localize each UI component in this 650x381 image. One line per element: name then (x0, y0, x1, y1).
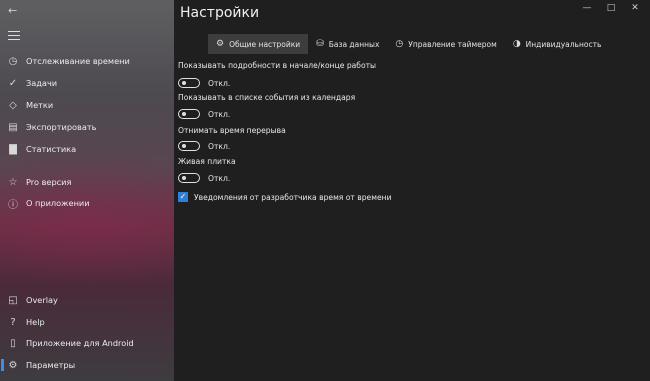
back-arrow-icon[interactable]: ← (8, 4, 22, 18)
tab-personalization[interactable]: ◑ Индивидуальность (505, 34, 610, 54)
sidebar-item-label: Параметры (26, 360, 76, 370)
notifications-checkbox[interactable]: ✓ (178, 192, 188, 202)
hamburger-menu-icon[interactable] (8, 31, 20, 43)
sidebar-item-label: Экспортировать (26, 122, 97, 132)
sidebar-item-export[interactable]: ▤ Экспортировать (0, 117, 174, 137)
active-indicator (1, 359, 4, 371)
settings-tabs: ⚙ Общие настройки ⛁ База данных ◷ Управл… (208, 34, 609, 54)
setting-label: Живая плитка (178, 157, 236, 166)
tag-icon: ◇ (9, 99, 17, 111)
gear-icon: ⚙ (216, 39, 225, 49)
toggle-switch[interactable] (178, 173, 200, 183)
clock-icon: ◷ (8, 55, 18, 67)
sidebar-item-label: Приложение для Android (26, 338, 134, 348)
sidebar-item-tasks[interactable]: ✓ Задачи (0, 73, 174, 93)
setting-label: Показывать подробности в начале/конце ра… (178, 61, 377, 70)
sidebar-item-label: Задачи (26, 78, 58, 88)
tab-label: Общие настройки (229, 39, 301, 49)
timer-icon: ◷ (395, 39, 404, 49)
maximize-icon[interactable]: □ (604, 3, 618, 13)
tab-label: База данных (328, 39, 380, 49)
sidebar-item-help[interactable]: ? Help (0, 312, 174, 332)
sidebar-item-android[interactable]: ▯ Приложение для Android (0, 333, 174, 353)
setting-toggle-row: Откл. (178, 78, 230, 88)
tab-database[interactable]: ⛁ База данных (308, 34, 387, 54)
sidebar-item-label: Overlay (26, 295, 58, 305)
minimize-icon[interactable]: — (580, 3, 594, 13)
toggle-switch[interactable] (178, 141, 200, 151)
palette-icon: ◑ (512, 39, 521, 49)
tab-general[interactable]: ⚙ Общие настройки (208, 34, 309, 54)
page-title: Настройки (180, 5, 260, 21)
notifications-label: Уведомления от разработчика время от вре… (194, 192, 392, 202)
sidebar-item-tags[interactable]: ◇ Метки (0, 95, 174, 115)
tab-label: Индивидуальность (525, 39, 602, 49)
info-icon: ⓘ (8, 199, 18, 211)
export-icon: ▤ (8, 121, 18, 133)
setting-label: Показывать в списке события из календаря (178, 93, 356, 102)
chart-icon: ▇ (9, 143, 17, 155)
toggle-knob (182, 81, 186, 85)
overlay-icon: ◱ (8, 294, 18, 306)
setting-label: Отнимать время перерыва (178, 126, 286, 135)
sidebar-item-label: Статистика (26, 144, 77, 154)
toggle-state: Откл. (208, 141, 231, 151)
help-icon: ? (10, 316, 16, 328)
setting-toggle-row: Откл. (178, 141, 230, 151)
sidebar-item-pro[interactable]: ☆ Pro версия (0, 172, 174, 192)
toggle-knob (182, 144, 186, 148)
phone-icon: ▯ (10, 337, 16, 349)
sidebar-item-about[interactable]: ⓘ О приложении (0, 193, 174, 213)
sidebar-item-settings[interactable]: ⚙ Параметры (0, 355, 174, 375)
main-content: Настройки — □ ✕ ⚙ Общие настройки ⛁ База… (174, 0, 650, 381)
sidebar-item-label: Отслеживание времени (26, 56, 130, 66)
tab-timer[interactable]: ◷ Управление таймером (387, 34, 504, 54)
sidebar-item-label: Pro версия (26, 177, 72, 187)
setting-toggle-row: Откл. (178, 173, 230, 183)
database-icon: ⛁ (316, 39, 324, 49)
check-icon: ✓ (8, 77, 18, 89)
sidebar-item-time-tracking[interactable]: ◷ Отслеживание времени (0, 51, 174, 71)
notifications-row: ✓ Уведомления от разработчика время от в… (178, 192, 392, 202)
sidebar-item-statistics[interactable]: ▇ Статистика (0, 139, 174, 159)
sidebar-item-label: О приложении (26, 198, 90, 208)
tab-label: Управление таймером (408, 39, 497, 49)
sidebar: ← ◷ Отслеживание времени ✓ Задачи ◇ Метк… (0, 0, 174, 381)
toggle-state: Откл. (208, 109, 231, 119)
sidebar-item-label: Help (26, 317, 45, 327)
toggle-switch[interactable] (178, 109, 200, 119)
toggle-state: Откл. (208, 78, 231, 88)
toggle-switch[interactable] (178, 78, 200, 88)
sidebar-item-overlay[interactable]: ◱ Overlay (0, 290, 174, 310)
star-icon: ☆ (8, 176, 18, 188)
sidebar-item-label: Метки (26, 100, 54, 110)
close-icon[interactable]: ✕ (628, 3, 642, 13)
toggle-state: Откл. (208, 173, 231, 183)
setting-toggle-row: Откл. (178, 109, 230, 119)
toggle-knob (182, 112, 186, 116)
toggle-knob (182, 176, 186, 180)
